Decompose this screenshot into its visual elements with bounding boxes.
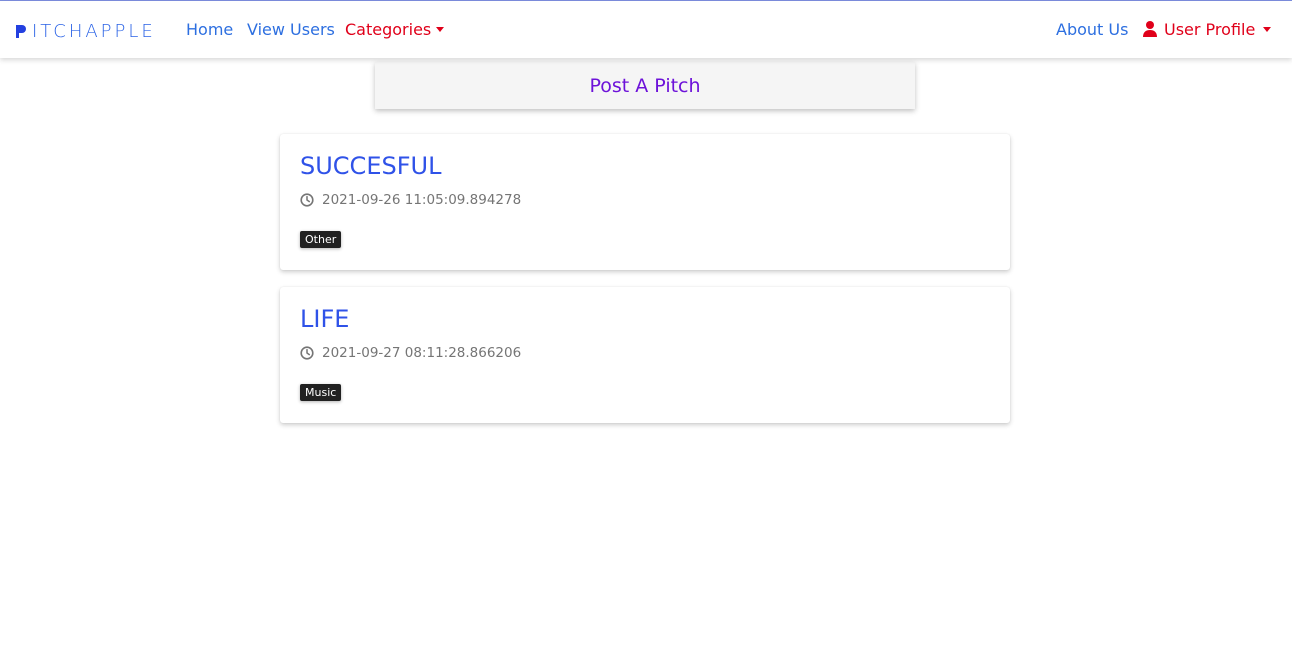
- category-badge: Other: [300, 231, 342, 248]
- caret-down-icon: [1263, 27, 1272, 32]
- nav-user-profile-dropdown[interactable]: User Profile: [1143, 20, 1272, 40]
- clock-icon: [300, 346, 314, 360]
- brand-text: ITCHAPPLE: [32, 20, 156, 42]
- logo-p-mark: [16, 24, 26, 38]
- pitch-card: SUCCESFUL 2021-09-26 11:05:09.894278 Oth…: [280, 134, 1010, 270]
- post-pitch-button[interactable]: Post A Pitch: [375, 62, 915, 109]
- brand-logo[interactable]: ITCHAPPLE: [16, 20, 156, 42]
- navbar: ITCHAPPLE Home View Users Categories Abo…: [0, 1, 1292, 58]
- pitch-timestamp: 2021-09-26 11:05:09.894278: [322, 192, 522, 208]
- pitch-title-link[interactable]: LIFE: [300, 304, 349, 334]
- nav-categories-label: Categories: [345, 20, 432, 39]
- user-icon: [1143, 21, 1157, 37]
- caret-down-icon: [436, 27, 445, 32]
- pitch-timestamp: 2021-09-27 08:11:28.866206: [322, 345, 522, 361]
- clock-icon: [300, 193, 314, 207]
- nav-home[interactable]: Home: [186, 20, 233, 40]
- nav-view-users[interactable]: View Users: [247, 20, 335, 40]
- nav-categories-dropdown[interactable]: Categories: [345, 20, 445, 40]
- category-badge: Music: [300, 384, 342, 401]
- pitch-meta: 2021-09-27 08:11:28.866206: [300, 345, 521, 361]
- pitch-title-link[interactable]: SUCCESFUL: [300, 151, 441, 181]
- pitch-card: LIFE 2021-09-27 08:11:28.866206 Music: [280, 287, 1010, 423]
- pitch-meta: 2021-09-26 11:05:09.894278: [300, 192, 521, 208]
- nav-about-us[interactable]: About Us: [1056, 20, 1128, 40]
- nav-user-profile-label: User Profile: [1164, 20, 1256, 39]
